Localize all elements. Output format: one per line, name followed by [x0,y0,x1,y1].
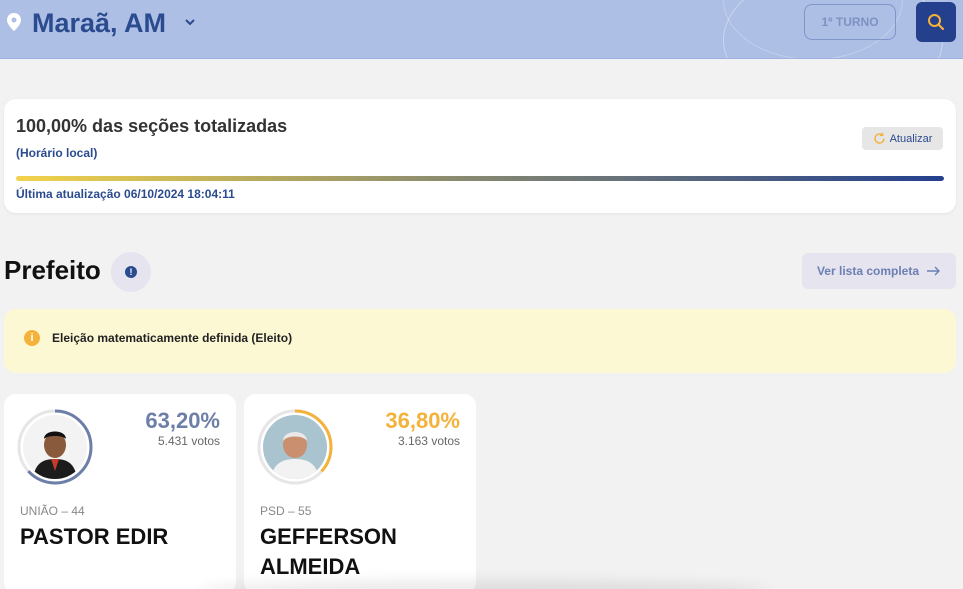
full-list-button[interactable]: Ver lista completa [802,253,956,289]
candidate-percent: 36,80% [385,408,460,433]
search-button[interactable] [916,2,956,42]
candidate-avatar-ring [256,408,334,486]
election-notice: i Eleição matematicamente definida (Elei… [4,309,956,373]
totalization-progress-bar [16,176,944,181]
candidate-votes: 3.163 votos [397,434,460,448]
candidate-name: PASTOR EDIR [20,524,169,549]
full-list-label: Ver lista completa [816,264,920,278]
candidate-card[interactable]: 63,20% 5.431 votos UNIÃO – 44 PASTOR EDI… [4,394,236,589]
header-bar: Maraã, AM 1º TURNO [0,0,963,59]
last-update: Última atualização 06/10/2024 18:04:11 [16,187,235,201]
local-time-label: (Horário local) [16,146,98,160]
info-circle-icon: i [24,330,40,346]
candidate-percent: 63,20% [145,408,220,433]
info-button[interactable]: ! [111,252,151,292]
avatar [263,415,327,479]
search-icon [928,14,945,31]
candidate-avatar-ring [16,408,94,486]
chevron-down-icon[interactable] [184,17,196,27]
location-pin-icon [7,13,21,31]
candidate-card[interactable]: 36,80% 3.163 votos PSD – 55 GEFFERSON AL… [244,394,476,589]
notice-text: Eleição matematicamente definida (Eleito… [52,331,293,345]
info-icon: ! [125,266,137,278]
candidate-name: GEFFERSON ALMEIDA [260,524,397,579]
turno-button[interactable]: 1º TURNO [804,4,896,40]
refresh-button[interactable]: Atualizar [862,127,943,150]
refresh-label: Atualizar [889,132,933,145]
avatar [23,415,87,479]
totalization-title: 100,00% das seções totalizadas [16,116,288,136]
progress-fill [16,176,944,181]
section-title: Prefeito [4,255,101,285]
arrow-right-icon [927,266,941,276]
candidate-party: UNIÃO – 44 [20,504,85,518]
candidate-votes: 5.431 votos [157,434,220,448]
candidate-party: PSD – 55 [260,504,312,518]
location-title[interactable]: Maraã, AM [32,6,166,40]
refresh-icon [873,132,885,144]
totalization-status-card: 100,00% das seções totalizadas (Horário … [4,99,956,213]
